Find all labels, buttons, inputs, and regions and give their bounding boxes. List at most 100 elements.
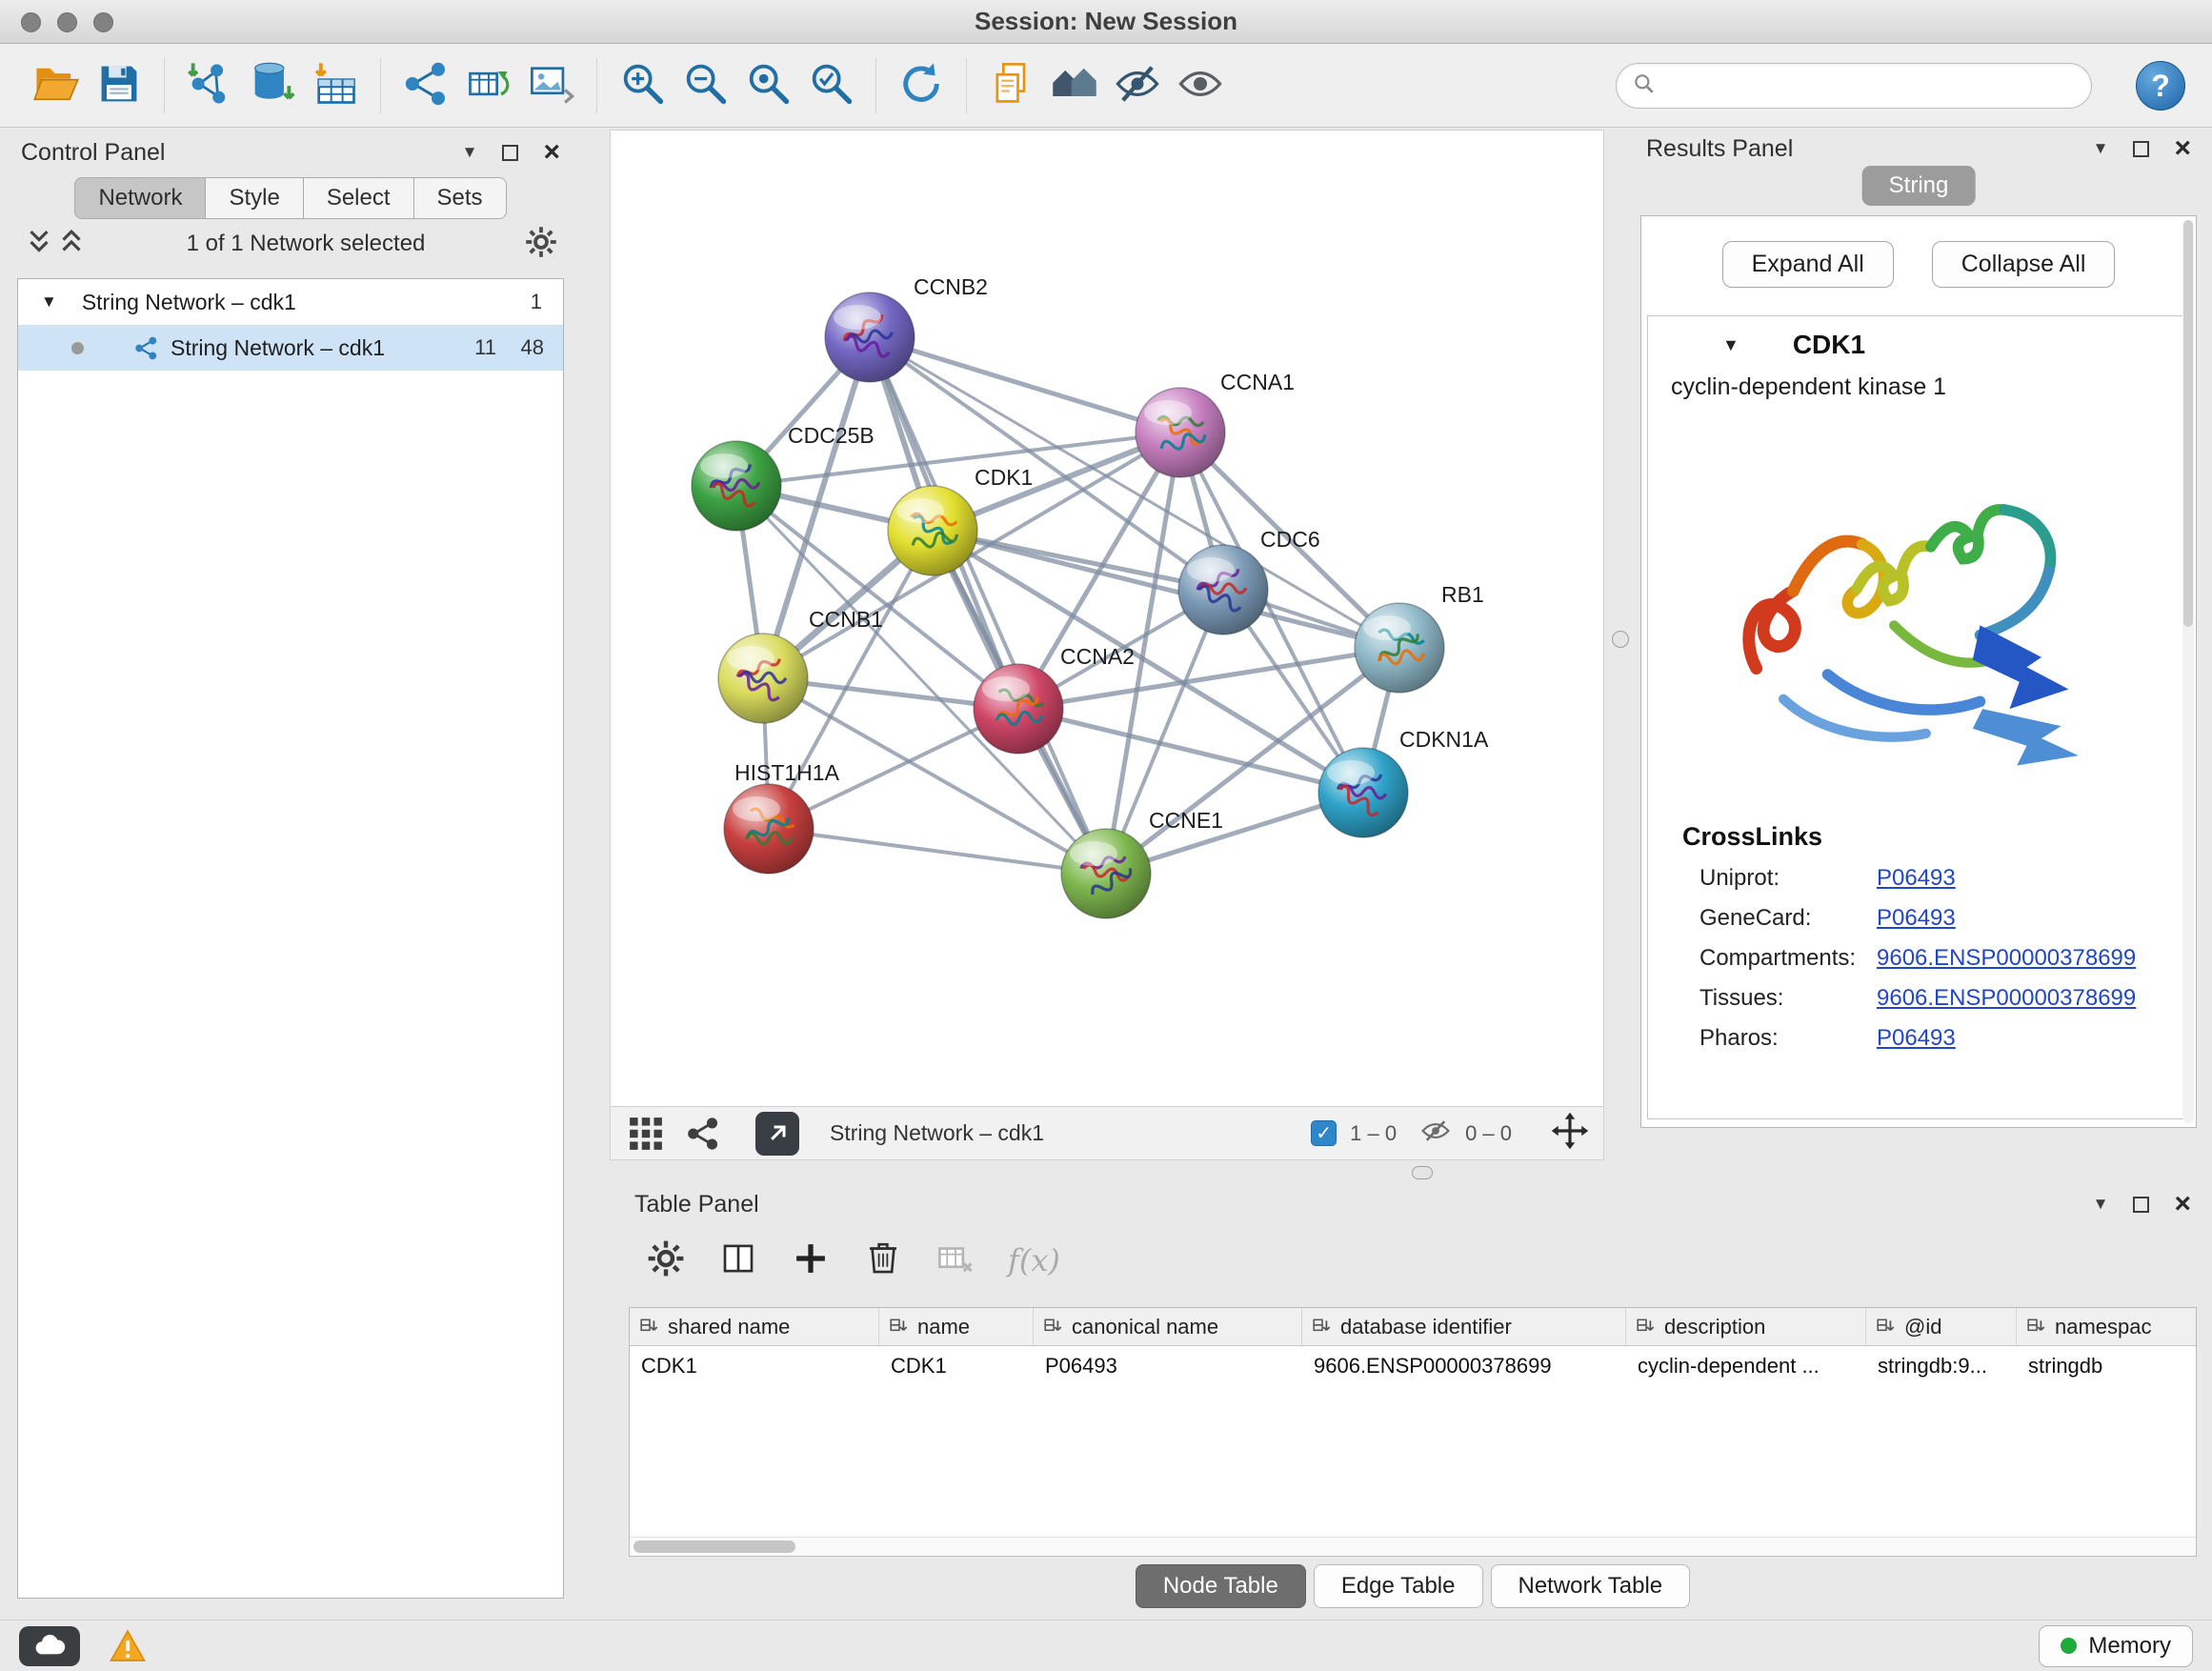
collection-expand-icon[interactable]: ▼ [41,292,57,312]
gear-icon[interactable] [524,225,558,264]
save-session-button[interactable] [88,51,151,120]
vertical-splitter-handle[interactable] [1612,631,1629,648]
node-label-CCNB2: CCNB2 [914,274,988,299]
panel-float-icon[interactable] [502,145,518,161]
column-header--id[interactable]: @id [1866,1308,2017,1345]
copy-annotation-button[interactable] [980,51,1043,120]
crosslink-link[interactable]: P06493 [1877,865,1956,892]
folder-open-icon [31,59,81,111]
zoom-selected-button[interactable] [799,51,862,120]
eye-icon [1176,59,1225,111]
crosslink-link[interactable]: P06493 [1877,1025,1956,1052]
tab-network[interactable]: Network [74,177,206,219]
detach-view-button[interactable] [755,1112,799,1156]
grid-mode-icon[interactable] [624,1112,668,1156]
table-cell: stringdb:9... [1866,1346,2017,1386]
panel-menu-icon[interactable]: ▼ [2093,139,2109,158]
table-gear-icon[interactable] [646,1238,686,1283]
network-mode-icon[interactable] [681,1112,725,1156]
delete-column-icon[interactable] [863,1238,903,1283]
memory-button[interactable]: Memory [2039,1625,2193,1667]
zoom-out-button[interactable] [674,51,736,120]
horizontal-splitter-handle[interactable] [1412,1166,1433,1179]
crosslink-link[interactable]: P06493 [1877,905,1956,932]
column-header-canonical-name[interactable]: canonical name [1034,1308,1302,1345]
import-table-icon [311,59,360,111]
network-node-RB1[interactable]: RB1 [1355,582,1484,693]
add-column-icon[interactable] [791,1238,831,1283]
warning-button[interactable] [101,1625,154,1667]
tab-network-table[interactable]: Network Table [1491,1564,1691,1608]
network-node-HIST1H1A[interactable]: HIST1H1A [724,760,840,874]
title-bar: Session: New Session [0,0,2212,44]
apply-layout-button[interactable] [890,51,953,120]
show-columns-icon[interactable] [718,1238,758,1283]
network-node-CDKN1A[interactable]: CDKN1A [1318,727,1489,837]
network-node-CDK1[interactable]: CDK1 [888,465,1033,575]
panel-close-icon[interactable]: × [2174,1195,2191,1214]
network-collection-row[interactable]: ▼ String Network – cdk1 1 [18,279,563,325]
network-row-selected[interactable]: String Network – cdk1 11 48 [18,325,563,371]
column-header-name[interactable]: name [879,1308,1034,1345]
column-header-database-identifier[interactable]: database identifier [1302,1308,1626,1345]
birdseye-view-button[interactable] [1043,51,1106,120]
memory-status-dot [2061,1638,2077,1654]
results-panel-title: Results Panel [1646,135,1793,163]
minimize-window-button[interactable] [57,12,77,32]
panel-close-icon[interactable]: × [543,143,560,162]
cloud-button[interactable] [19,1626,80,1666]
import-network-file-button[interactable] [178,51,241,120]
show-panel-button[interactable] [1169,51,1232,120]
table-horizontal-scrollbar[interactable] [630,1537,2196,1556]
maximize-window-button[interactable] [93,12,113,32]
network-view[interactable]: CCNB2CCNA1CDC25BCDK1CDC6RB1CCNB1CCNA2CDK… [610,130,1604,1160]
expand-all-button[interactable]: Expand All [1722,241,1894,288]
application-window: Session: New Session ? Control [0,0,2212,1671]
crosslink-link[interactable]: 9606.ENSP00000378699 [1877,985,2136,1012]
network-node-CDC25B[interactable]: CDC25B [692,423,875,531]
network-node-CDC6[interactable]: CDC6 [1178,527,1320,634]
help-button[interactable]: ? [2136,61,2185,111]
network-canvas[interactable]: CCNB2CCNA1CDC25BCDK1CDC6RB1CCNB1CCNA2CDK… [611,131,1603,1106]
column-header-description[interactable]: description [1626,1308,1866,1345]
crosslink-link[interactable]: 9606.ENSP00000378699 [1877,945,2136,972]
node-label-CDC6: CDC6 [1260,527,1320,552]
close-window-button[interactable] [21,12,41,32]
panel-close-icon[interactable]: × [2174,139,2191,158]
expand-all-icon[interactable] [55,226,88,263]
results-scrollbar[interactable] [2182,220,2194,1123]
collection-count: 1 [531,290,542,314]
import-table-button[interactable] [304,51,367,120]
export-image-button[interactable] [520,51,583,120]
column-header-shared-name[interactable]: shared name [630,1308,879,1345]
search-input[interactable] [1666,72,2076,99]
tab-sets[interactable]: Sets [414,177,507,219]
move-crosshair-icon[interactable] [1550,1111,1590,1156]
tab-style[interactable]: Style [206,177,303,219]
tab-select[interactable]: Select [304,177,414,219]
zoom-fit-button[interactable] [736,51,799,120]
panel-float-icon[interactable] [2133,1197,2149,1213]
network-from-table-button[interactable] [457,51,520,120]
tab-node-table[interactable]: Node Table [1136,1564,1306,1608]
hide-panel-button[interactable] [1106,51,1169,120]
tab-edge-table[interactable]: Edge Table [1314,1564,1483,1608]
open-session-button[interactable] [25,51,88,120]
search-box[interactable] [1616,63,2092,109]
selected-checkbox[interactable]: ✓ [1311,1120,1337,1146]
import-network-database-button[interactable] [241,51,304,120]
network-node-CCNA1[interactable]: CCNA1 [1136,370,1295,477]
column-header-namespac[interactable]: namespac [2017,1308,2197,1345]
collapse-all-icon[interactable] [23,226,55,263]
panel-menu-icon[interactable]: ▼ [462,143,478,162]
section-collapse-icon[interactable]: ▼ [1722,335,1739,355]
collapse-all-button[interactable]: Collapse All [1932,241,2116,288]
tab-string[interactable]: String [1862,166,1976,206]
clone-network-button[interactable] [394,51,457,120]
network-edges [736,337,1399,874]
panel-float-icon[interactable] [2133,141,2149,157]
zoom-in-button[interactable] [611,51,674,120]
panel-menu-icon[interactable]: ▼ [2093,1195,2109,1214]
table-row[interactable]: CDK1CDK1P064939606.ENSP00000378699cyclin… [630,1346,2196,1386]
main-toolbar: ? [0,44,2212,128]
